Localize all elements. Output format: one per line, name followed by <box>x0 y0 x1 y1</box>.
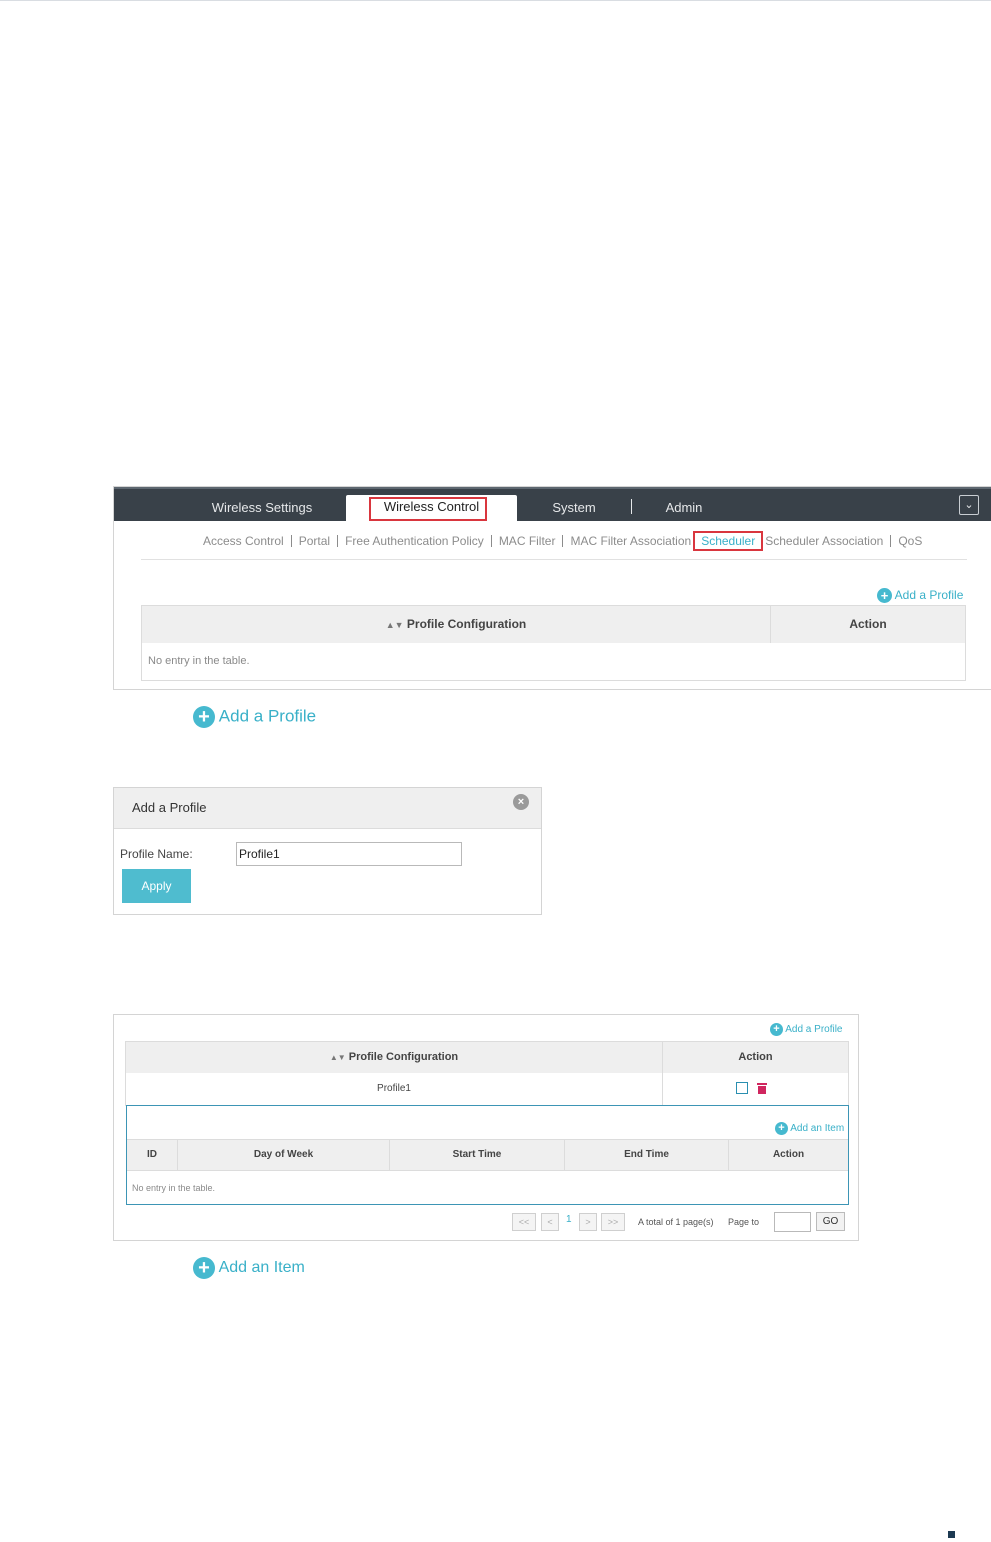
column-header-action: Action <box>772 1149 805 1160</box>
dialog-header: Add a Profile × <box>114 788 541 829</box>
subnav-scheduler[interactable]: Scheduler <box>693 531 764 551</box>
subnav-portal[interactable]: Portal <box>299 534 330 548</box>
column-header-end-time: End Time <box>565 1140 729 1170</box>
tab-system[interactable]: System <box>534 489 614 523</box>
page-to-label: Page to <box>728 1217 760 1227</box>
add-item-link[interactable]: + Add an Item <box>775 1122 844 1135</box>
callout-add-profile: + Add a Profile <box>193 706 316 728</box>
next-page-button[interactable]: > <box>579 1213 597 1231</box>
collapse-button[interactable]: ⌄ <box>959 495 979 515</box>
first-page-button[interactable]: << <box>512 1213 536 1231</box>
tab-wireless-settings[interactable]: Wireless Settings <box>192 489 332 523</box>
close-icon[interactable]: × <box>513 794 529 810</box>
subnav-separator <box>337 535 339 547</box>
subnav-divider <box>141 559 967 560</box>
subnav-mac-filter[interactable]: MAC Filter <box>499 534 556 548</box>
plus-circle-icon: + <box>775 1122 788 1135</box>
add-item-label: Add an Item <box>790 1123 845 1135</box>
table-row-profile-name: Profile1 <box>126 1073 663 1105</box>
page-top-rule <box>0 0 991 1</box>
add-profile-label: Add a Profile <box>785 1024 843 1036</box>
sort-icon: ▲▼ <box>385 620 404 630</box>
add-profile-link[interactable]: + Add a Profile <box>877 588 964 604</box>
column-header-profile-configuration[interactable]: ▲▼ Profile Configuration <box>126 1042 663 1073</box>
empty-table-message: No entry in the table. <box>132 1183 216 1193</box>
column-header-action: Action <box>771 606 965 643</box>
plus-circle-icon: + <box>193 706 215 728</box>
callout-add-profile-label: Add a Profile <box>218 706 317 726</box>
profile-list-screenshot: + Add a Profile ▲▼ Profile Configuration… <box>113 1014 859 1241</box>
profile-name-label: Profile Name: <box>120 847 193 861</box>
add-profile-dialog: Add a Profile × Profile Name: Apply <box>113 787 542 915</box>
subnav-scheduler-association[interactable]: Scheduler Association <box>765 534 883 548</box>
profile-name-input[interactable] <box>236 842 462 866</box>
subnav-access-control[interactable]: Access Control <box>203 534 284 548</box>
scheduler-screenshot: Wireless Settings Wireless Control Syste… <box>113 486 991 690</box>
column-header-label: Profile Configuration <box>348 1051 459 1063</box>
dialog-title: Add a Profile <box>132 800 207 815</box>
apply-button[interactable]: Apply <box>122 869 191 903</box>
tab-wireless-control-label: Wireless Control <box>383 499 480 514</box>
subnav-qos[interactable]: QoS <box>898 534 922 548</box>
go-button[interactable]: GO <box>816 1212 845 1231</box>
items-table-header: ID Day of Week Start Time End Time Actio… <box>127 1139 848 1171</box>
add-profile-label: Add a Profile <box>894 588 964 602</box>
sub-navigation: Access Control Portal Free Authentication … <box>203 531 922 551</box>
tab-admin[interactable]: Admin <box>649 489 719 523</box>
page-total-text: A total of 1 page(s) <box>638 1217 714 1227</box>
subnav-free-auth-policy[interactable]: Free Authentication Policy <box>345 534 484 548</box>
column-header-start-time: Start Time <box>390 1140 565 1170</box>
last-page-button[interactable]: >> <box>601 1213 625 1231</box>
callout-add-item: + Add an Item <box>193 1257 305 1279</box>
tab-wireless-control[interactable]: Wireless Control <box>346 495 517 529</box>
column-header-profile-configuration[interactable]: ▲▼ Profile Configuration <box>142 606 771 643</box>
chevron-down-icon: ⌄ <box>964 499 974 511</box>
page-marker <box>948 1531 955 1538</box>
top-navbar: Wireless Settings Wireless Control Syste… <box>114 487 991 529</box>
edit-icon[interactable] <box>736 1082 748 1094</box>
profile-table: ▲▼ Profile Configuration Action Profile1 <box>125 1041 849 1106</box>
subnav-separator <box>290 535 292 547</box>
column-header-id: ID <box>127 1140 178 1170</box>
plus-circle-icon: + <box>770 1023 783 1036</box>
subnav-separator <box>490 535 492 547</box>
page-number-input[interactable] <box>774 1212 811 1232</box>
subnav-separator <box>562 535 564 547</box>
column-header-day-of-week: Day of Week <box>178 1140 390 1170</box>
scheduler-items-panel: + Add an Item ID Day of Week Start Time … <box>126 1105 849 1205</box>
prev-page-button[interactable]: < <box>541 1213 559 1231</box>
profile-table: ▲▼ Profile Configuration Action No entry… <box>141 605 966 681</box>
plus-circle-icon: + <box>877 588 892 604</box>
column-header-label: Profile Configuration <box>406 617 527 631</box>
subnav-mac-filter-association[interactable]: MAC Filter Association <box>570 534 691 548</box>
current-page[interactable]: 1 <box>566 1214 572 1225</box>
nav-separator <box>631 499 632 514</box>
column-header-action: Action <box>663 1042 848 1073</box>
trash-icon[interactable] <box>757 1082 767 1094</box>
add-profile-link[interactable]: + Add a Profile <box>770 1023 843 1036</box>
callout-add-item-label: Add an Item <box>218 1259 305 1277</box>
plus-circle-icon: + <box>193 1257 215 1279</box>
subnav-separator <box>890 535 892 547</box>
sort-icon: ▲▼ <box>329 1053 346 1062</box>
empty-table-message: No entry in the table. <box>148 655 250 667</box>
